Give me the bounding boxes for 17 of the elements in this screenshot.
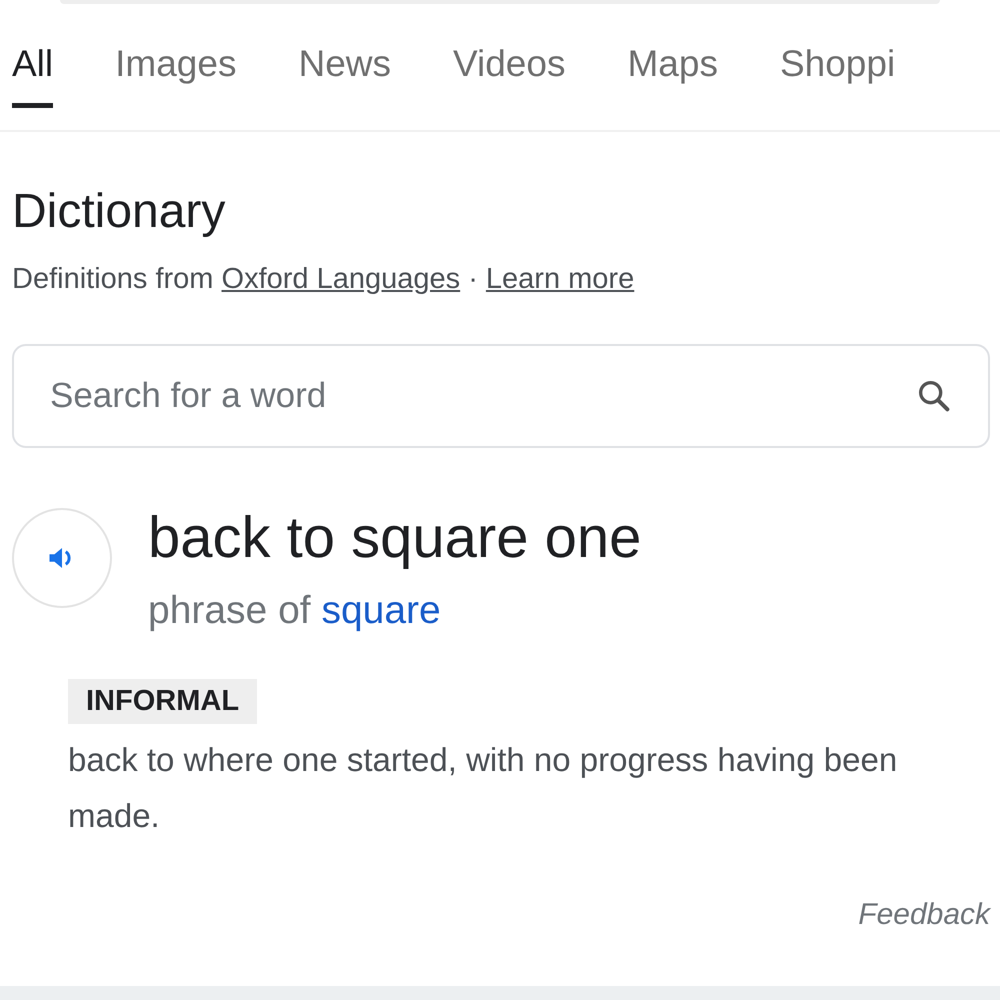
- section-title: Dictionary: [12, 184, 226, 239]
- tab[interactable]: All: [12, 38, 54, 108]
- square-link[interactable]: square: [321, 589, 441, 632]
- usage-label: INFORMAL: [68, 679, 258, 724]
- search-field[interactable]: Search for a word: [12, 344, 990, 448]
- tab[interactable]: Images: [115, 38, 236, 108]
- oxford-languages-link[interactable]: Oxford Languages: [222, 263, 460, 295]
- definition-text: back to where one started, with no progress having been made.: [68, 740, 898, 836]
- phrase-origin: phrase of square: [148, 589, 442, 633]
- tab[interactable]: Shoppi: [780, 38, 896, 108]
- tab[interactable]: Videos: [453, 38, 566, 108]
- source-line: Definitions from Oxford Languages · Learn more: [12, 263, 636, 296]
- learn-more-link[interactable]: Learn more: [486, 263, 634, 295]
- tab[interactable]: News: [298, 38, 391, 108]
- feedback-link[interactable]: Feedback: [858, 898, 990, 931]
- tab[interactable]: Maps: [627, 38, 718, 108]
- headword: back to square one: [148, 504, 642, 571]
